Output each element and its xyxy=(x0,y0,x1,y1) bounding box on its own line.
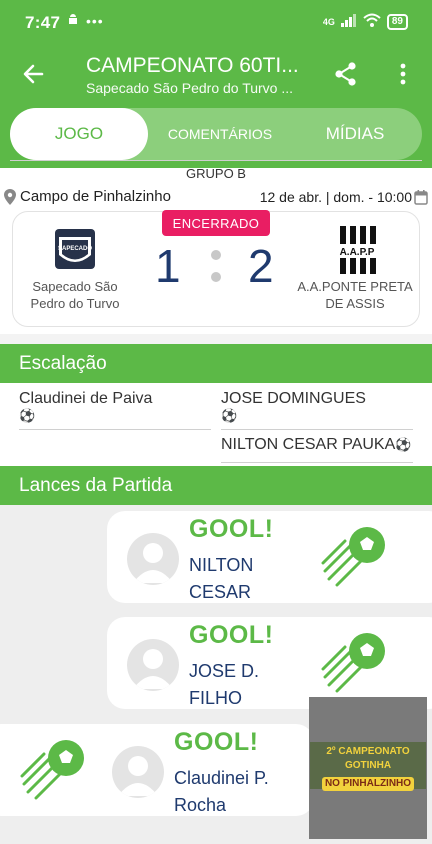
divider xyxy=(10,160,422,161)
soccer-ball-icon xyxy=(20,740,84,800)
ad-content: 2º CAMPEONATO GOTINHA NO PINHALZINHO xyxy=(310,742,426,791)
avatar xyxy=(127,533,179,585)
soccer-ball-icon xyxy=(321,633,385,693)
lineup-header: Escalação xyxy=(0,344,432,383)
page-title: CAMPEONATO 60TI... xyxy=(86,54,299,77)
goal-player-line1: NILTON xyxy=(189,555,254,575)
goal-event-card[interactable]: GOOL! Claudinei P. Rocha xyxy=(0,724,314,816)
goal-label: GOOL! xyxy=(189,621,274,649)
signal-icon xyxy=(340,13,357,30)
events-header: Lances da Partida xyxy=(0,466,432,505)
away-team-name: A.A.PONTE PRETA DE ASSIS xyxy=(297,279,413,311)
home-team-name: Sapecado São Pedro do Turvo xyxy=(30,279,120,311)
tab-comentarios[interactable]: COMENTÁRIOS xyxy=(160,108,280,160)
status-badge: ENCERRADO xyxy=(162,210,270,236)
app-header: CAMPEONATO 60TI... Sapecado São Pedro do… xyxy=(0,46,432,108)
more-vert-icon xyxy=(400,63,406,85)
network-label: 4G xyxy=(322,16,335,27)
goal-label: GOOL! xyxy=(174,728,259,756)
soccer-ball-icon: ⚽ xyxy=(19,408,36,423)
home-score: 1 xyxy=(155,240,181,292)
home-team-logo: SAPECADO xyxy=(55,229,95,269)
user-icon xyxy=(133,543,173,583)
status-bar: 7:47 ••• 4G 89 xyxy=(0,0,432,46)
ad-banner[interactable]: 2º CAMPEONATO GOTINHA NO PINHALZINHO xyxy=(309,697,427,839)
away-score: 2 xyxy=(248,240,274,292)
section-spacer xyxy=(0,334,432,344)
lineup-home-player[interactable]: Claudinei de Paiva ⚽ xyxy=(19,390,211,430)
match-date: 12 de abr. | dom. - 10:00 xyxy=(259,189,412,205)
away-logo-text: A.A.P.P xyxy=(340,247,375,258)
battery-indicator: 89 xyxy=(386,13,408,30)
soccer-ball-icon xyxy=(321,527,385,587)
soccer-ball-icon: ⚽ xyxy=(395,437,412,452)
calendar-icon xyxy=(414,190,428,205)
tab-bar-container: JOGO COMENTÁRIOS MÍDIAS xyxy=(0,108,432,168)
soccer-ball-icon: ⚽ xyxy=(221,408,238,423)
page-subtitle: Sapecado São Pedro do Turvo ... xyxy=(86,80,294,96)
share-icon xyxy=(335,62,356,86)
dots-icon: ••• xyxy=(86,13,104,29)
goal-label: GOOL! xyxy=(189,515,274,543)
tab-bar: JOGO COMENTÁRIOS MÍDIAS xyxy=(10,108,422,160)
more-menu-button[interactable] xyxy=(393,60,413,88)
avatar xyxy=(127,639,179,691)
lineup-away-player[interactable]: NILTON CESAR PAUKA⚽ xyxy=(221,436,413,463)
arrow-left-icon xyxy=(23,64,44,84)
back-button[interactable] xyxy=(20,60,48,88)
avatar xyxy=(112,746,164,798)
goal-player-line2: Rocha xyxy=(174,795,227,815)
player-name: JOSE DOMINGUES xyxy=(221,390,366,407)
ad-line1: 2º CAMPEONATO GOTINHA xyxy=(326,746,410,771)
user-icon xyxy=(118,756,158,796)
wifi-icon xyxy=(363,13,381,30)
goal-player-line1: Claudinei P. xyxy=(174,768,269,788)
tab-midias[interactable]: MÍDIAS xyxy=(300,108,410,160)
goal-player-line2: CESAR xyxy=(189,582,252,602)
ad-line2: NO PINHALZINHO xyxy=(321,777,415,791)
venue-name: Campo de Pinhalzinho xyxy=(20,188,171,205)
android-icon xyxy=(66,13,80,30)
goal-player-line2: FILHO xyxy=(189,688,243,708)
goal-player-line1: JOSE D. xyxy=(189,661,260,681)
goal-event-card[interactable]: GOOL! NILTON CESAR xyxy=(107,511,432,603)
user-icon xyxy=(133,649,173,689)
away-team-logo: A.A.P.P xyxy=(336,226,378,274)
goal-event-card[interactable]: GOOL! JOSE D. FILHO xyxy=(107,617,432,709)
location-pin-icon xyxy=(4,188,16,205)
tab-jogo[interactable]: JOGO xyxy=(10,108,148,160)
group-label: GRUPO B xyxy=(186,166,246,181)
venue: Campo de Pinhalzinho xyxy=(4,188,171,205)
player-name: NILTON CESAR PAUKA xyxy=(221,436,396,453)
score-separator xyxy=(211,250,221,284)
player-name: Claudinei de Paiva xyxy=(19,390,153,407)
lineup-away-player[interactable]: JOSE DOMINGUES ⚽ xyxy=(221,390,413,430)
share-button[interactable] xyxy=(332,60,360,88)
home-logo-text: SAPECADO xyxy=(58,246,92,252)
clock: 7:47 xyxy=(25,13,61,32)
